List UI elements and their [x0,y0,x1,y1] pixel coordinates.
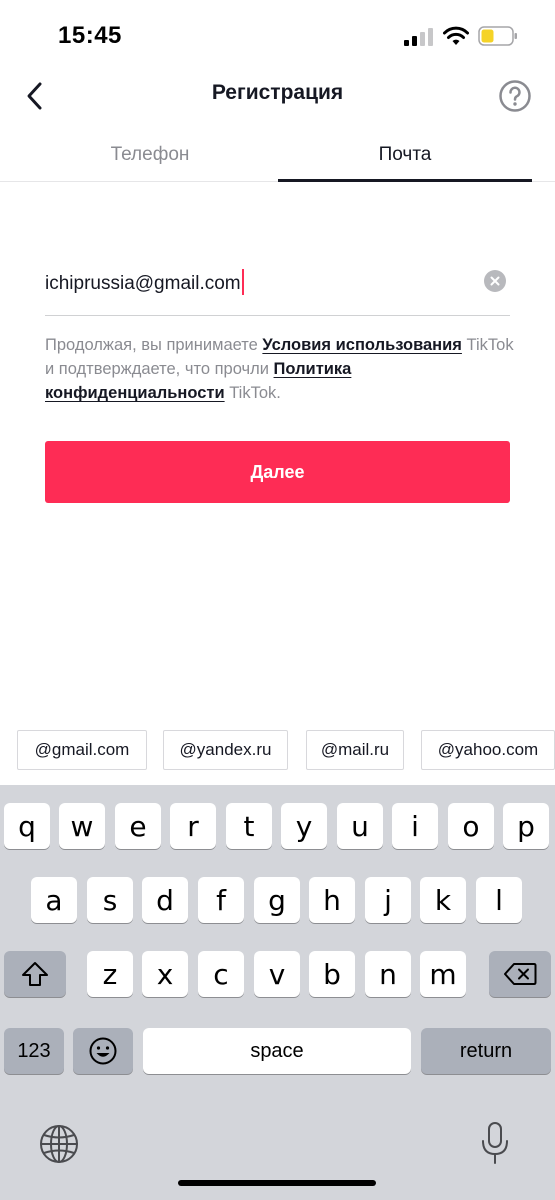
key-t[interactable]: t [226,803,272,849]
key-k[interactable]: k [420,877,466,923]
email-input[interactable]: ichiprussia@gmail.com [45,269,244,295]
key-d[interactable]: d [142,877,188,923]
header: Регистрация [0,70,555,120]
keyboard: q w e r t y u i o p a s d f g h j k l z … [0,785,555,1200]
suggestion-mail[interactable]: @mail.ru [306,730,404,770]
terms-text: Продолжая, вы принимаете Условия использ… [45,333,515,405]
status-time: 15:45 [58,22,122,49]
help-button[interactable] [495,76,535,116]
clear-icon [490,276,500,286]
key-o[interactable]: o [448,803,494,849]
key-g[interactable]: g [254,877,300,923]
text-caret [241,269,244,295]
page-title: Регистрация [211,81,344,104]
shift-icon [22,962,48,986]
signal-icon [404,28,434,46]
key-u[interactable]: u [337,803,383,849]
key-i[interactable]: i [392,803,438,849]
terms-prefix: Продолжая, вы принимаете [45,336,263,354]
key-x[interactable]: x [142,951,188,997]
tab-email[interactable]: Почта [278,128,532,182]
key-m[interactable]: m [420,951,466,997]
globe-icon[interactable] [38,1123,80,1165]
domain-suggestions: @gmail.com @yandex.ru @mail.ru @yahoo.co… [0,722,555,784]
key-q[interactable]: q [4,803,50,849]
shift-key[interactable] [4,951,66,997]
clear-button[interactable] [484,270,506,292]
home-indicator [178,1180,376,1186]
key-w[interactable]: w [59,803,105,849]
key-f[interactable]: f [198,877,244,923]
help-icon [499,80,531,112]
next-button[interactable]: Далее [45,441,510,503]
key-a[interactable]: a [31,877,77,923]
emoji-key[interactable] [73,1028,133,1074]
key-r[interactable]: r [170,803,216,849]
suggestion-gmail[interactable]: @gmail.com [17,730,147,770]
battery-icon [478,26,517,46]
key-b[interactable]: b [309,951,355,997]
key-c[interactable]: c [198,951,244,997]
key-j[interactable]: j [365,877,411,923]
key-v[interactable]: v [254,951,300,997]
key-s[interactable]: s [87,877,133,923]
active-tab-indicator [278,179,532,182]
terms-suffix: TikTok. [224,384,281,402]
suggestion-yahoo[interactable]: @yahoo.com [421,730,555,770]
return-key[interactable]: return [421,1028,551,1074]
key-h[interactable]: h [309,877,355,923]
numbers-key[interactable]: 123 [4,1028,64,1074]
key-z[interactable]: z [87,951,133,997]
wifi-icon [443,26,469,45]
backspace-key[interactable] [489,951,551,997]
key-l[interactable]: l [476,877,522,923]
key-e[interactable]: e [115,803,161,849]
email-field[interactable]: ichiprussia@gmail.com [45,254,510,316]
backspace-icon [504,963,537,985]
key-n[interactable]: n [365,951,411,997]
suggestion-yandex[interactable]: @yandex.ru [163,730,288,770]
space-key[interactable]: space [143,1028,411,1074]
microphone-icon[interactable] [478,1121,512,1167]
email-value: ichiprussia@gmail.com [45,273,241,294]
tab-bar: Телефон Почта [0,128,555,182]
emoji-icon [89,1037,117,1065]
terms-link[interactable]: Условия использования [262,336,462,354]
key-p[interactable]: p [503,803,549,849]
status-bar: 15:45 [0,0,555,70]
tab-phone[interactable]: Телефон [22,128,278,182]
key-y[interactable]: y [281,803,327,849]
